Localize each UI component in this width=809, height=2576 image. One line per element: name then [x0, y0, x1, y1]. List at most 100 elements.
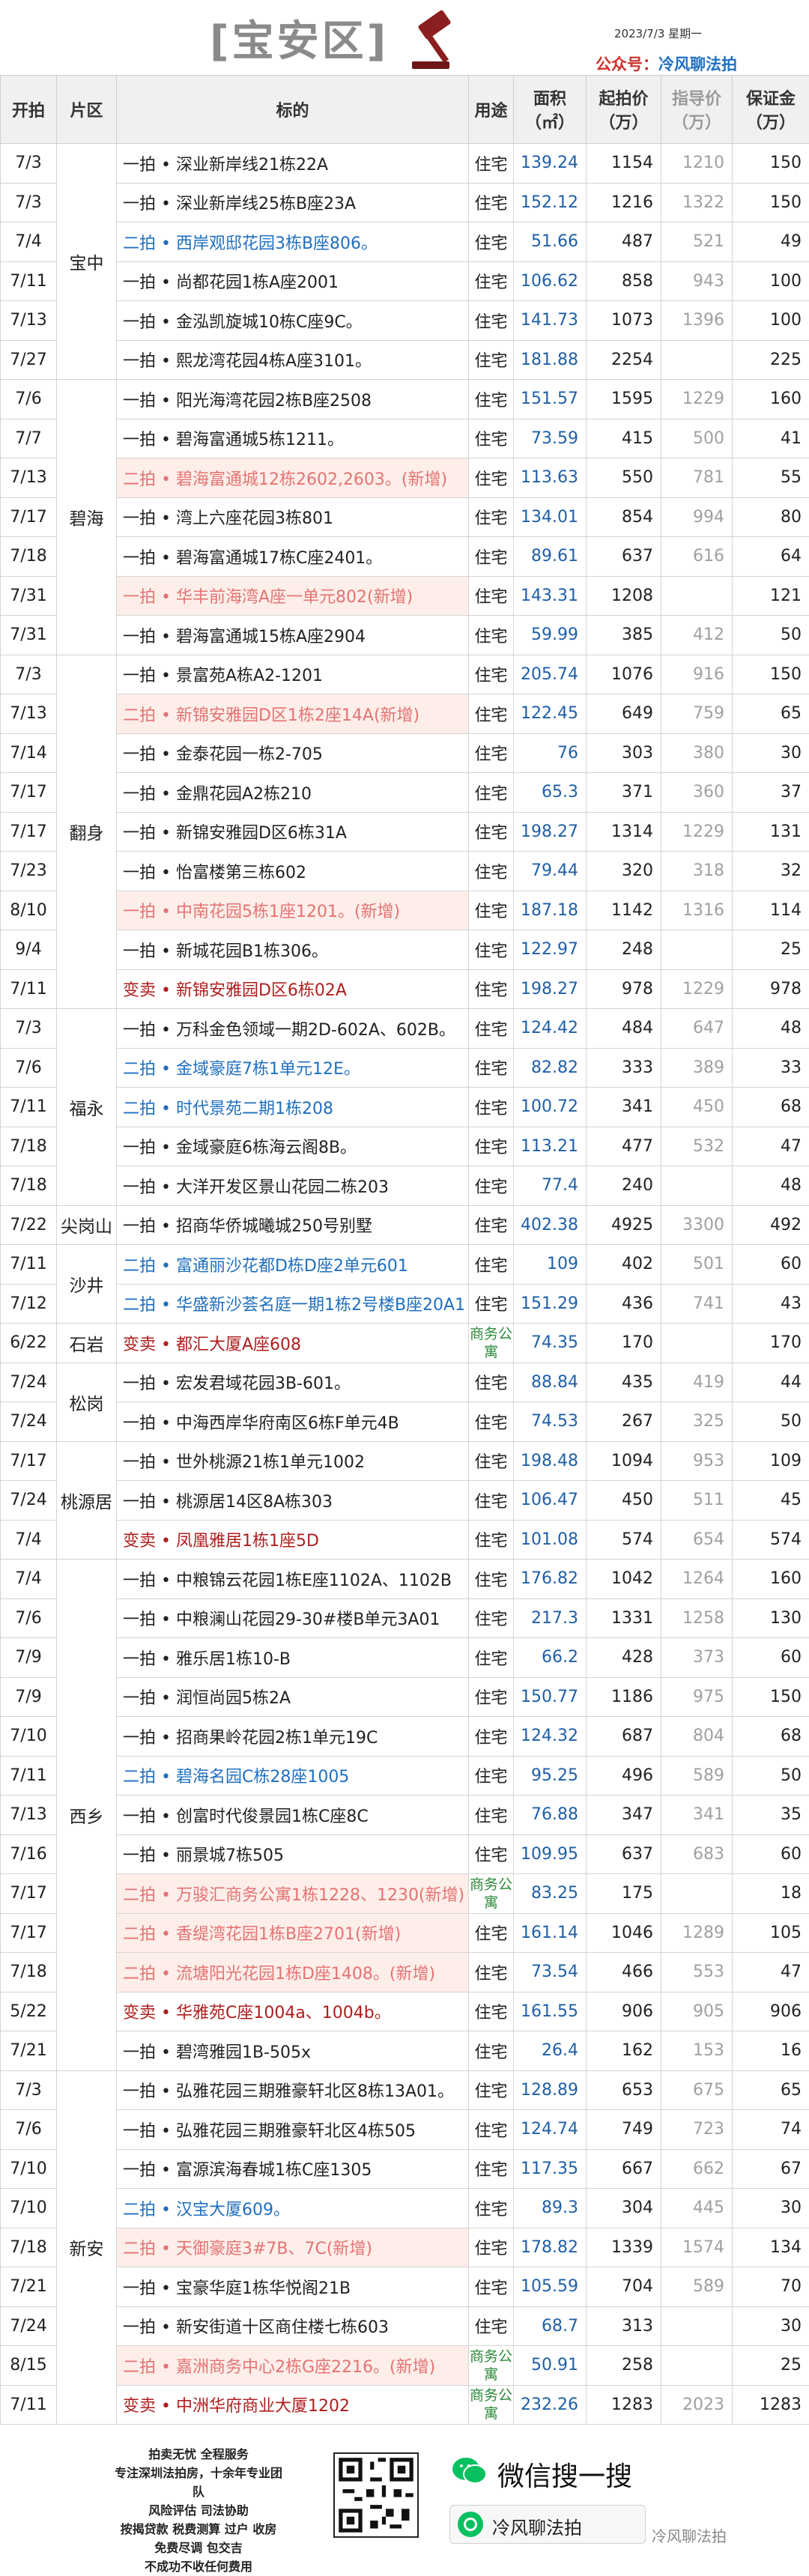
cell-property[interactable]: 一拍 • 弘雅花园三期雅豪轩北区4栋505 — [117, 2110, 469, 2150]
cell-property[interactable]: 一拍 • 中海西岸华府南区6栋F单元4B — [117, 1402, 469, 1442]
table-row[interactable]: 7/14一拍 • 金泰花园一栋2-705住宅7630338030 — [1, 733, 809, 773]
table-row[interactable]: 7/3一拍 • 深业新岸线25栋B座23A住宅152.1212161322150 — [1, 183, 809, 222]
table-row[interactable]: 7/11变卖 • 新锦安雅园D区6栋02A住宅198.279781229978 — [1, 969, 809, 1009]
cell-property[interactable]: 一拍 • 碧湾雅园1B-505x — [117, 2031, 469, 2071]
table-row[interactable]: 7/10二拍 • 汉宝大厦609。住宅89.330444530 — [1, 2189, 809, 2228]
table-row[interactable]: 7/10一拍 • 招商果岭花园2栋1单元19C住宅124.3268780468 — [1, 1717, 809, 1757]
cell-property[interactable]: 二拍 • 富通丽沙花都D栋D座2单元601 — [117, 1245, 469, 1285]
cell-property[interactable]: 二拍 • 天御豪庭3#7B、7C(新增) — [117, 2228, 469, 2267]
cell-property[interactable]: 一拍 • 金域豪庭6栋海云阁8B。 — [117, 1127, 469, 1166]
table-row[interactable]: 7/23一拍 • 怡富楼第三栋602住宅79.4432031832 — [1, 852, 809, 891]
table-row[interactable]: 7/3福永一拍 • 万科金色领域一期2D-602A、602B。住宅124.424… — [1, 1009, 809, 1049]
cell-property[interactable]: 一拍 • 大洋开发区景山花园二栋203 — [117, 1166, 469, 1206]
table-row[interactable]: 7/18二拍 • 天御豪庭3#7B、7C(新增)住宅178.8213391574… — [1, 2228, 809, 2267]
cell-property[interactable]: 一拍 • 华丰前海湾A座一单元802(新增) — [117, 576, 469, 616]
qr-code-icon[interactable] — [333, 2452, 419, 2538]
table-row[interactable]: 7/9一拍 • 雅乐居1栋10-B住宅66.242837360 — [1, 1638, 809, 1678]
cell-property[interactable]: 一拍 • 金鼎花园A2栋210 — [117, 773, 469, 813]
table-row[interactable]: 7/7一拍 • 碧海富通城5栋1211。住宅73.5941550041 — [1, 419, 809, 458]
table-row[interactable]: 7/24一拍 • 桃源居14区8A栋303住宅106.4745051145 — [1, 1481, 809, 1521]
table-row[interactable]: 7/18一拍 • 碧海富通城17栋C座2401。住宅89.6163761664 — [1, 537, 809, 577]
cell-property[interactable]: 变卖 • 凤凰雅居1栋1座5D — [117, 1520, 469, 1560]
table-row[interactable]: 7/21一拍 • 碧湾雅园1B-505x住宅26.416215316 — [1, 2031, 809, 2071]
cell-property[interactable]: 一拍 • 碧海富通城15栋A座2904 — [117, 616, 469, 655]
cell-property[interactable]: 一拍 • 湾上六座花园3栋801 — [117, 497, 469, 537]
table-row[interactable]: 7/12二拍 • 华盛新沙荟名庭一期1栋2号楼B座20A1住宅151.29436… — [1, 1284, 809, 1324]
table-row[interactable]: 7/3宝中一拍 • 深业新岸线21栋22A住宅139.2411541210150 — [1, 144, 809, 184]
table-row[interactable]: 7/11沙井二拍 • 富通丽沙花都D栋D座2单元601住宅10940250160 — [1, 1245, 809, 1285]
table-row[interactable]: 7/6二拍 • 金域豪庭7栋1单元12E。住宅82.8233338933 — [1, 1048, 809, 1088]
table-row[interactable]: 7/24松岗一拍 • 宏发君域花园3B-601。住宅88.8443541944 — [1, 1363, 809, 1402]
cell-property[interactable]: 二拍 • 嘉洲商务中心2栋G座2216。(新增) — [117, 2346, 469, 2386]
table-row[interactable]: 7/13一拍 • 创富时代俊景园1栋C座8C住宅76.8834734135 — [1, 1795, 809, 1835]
cell-property[interactable]: 一拍 • 宝豪华庭1栋华悦阁21B — [117, 2267, 469, 2307]
cell-property[interactable]: 一拍 • 丽景城7栋505 — [117, 1834, 469, 1874]
table-row[interactable]: 7/11一拍 • 尚都花园1栋A座2001住宅106.62858943100 — [1, 261, 809, 301]
cell-property[interactable]: 一拍 • 宏发君域花园3B-601。 — [117, 1363, 469, 1402]
cell-property[interactable]: 变卖 • 新锦安雅园D区6栋02A — [117, 969, 469, 1009]
table-row[interactable]: 7/18一拍 • 大洋开发区景山花园二栋203住宅77.424048 — [1, 1166, 809, 1206]
table-row[interactable]: 7/31一拍 • 华丰前海湾A座一单元802(新增)住宅143.31120812… — [1, 576, 809, 616]
cell-property[interactable]: 二拍 • 碧海富通城12栋2602,2603。(新增) — [117, 458, 469, 498]
table-row[interactable]: 7/6一拍 • 弘雅花园三期雅豪轩北区4栋505住宅124.7474972374 — [1, 2110, 809, 2150]
cell-property[interactable]: 一拍 • 富源滨海春城1栋C座1305 — [117, 2149, 469, 2189]
cell-property[interactable]: 一拍 • 深业新岸线25栋B座23A — [117, 183, 469, 222]
cell-property[interactable]: 二拍 • 西岸观邸花园3栋B座806。 — [117, 222, 469, 262]
table-row[interactable]: 7/17一拍 • 金鼎花园A2栋210住宅65.337136037 — [1, 773, 809, 813]
table-row[interactable]: 7/6碧海一拍 • 阳光海湾花园2栋B座2508住宅151.5715951229… — [1, 380, 809, 419]
cell-property[interactable]: 二拍 • 汉宝大厦609。 — [117, 2189, 469, 2228]
table-row[interactable]: 7/13二拍 • 碧海富通城12栋2602,2603。(新增)住宅113.635… — [1, 458, 809, 498]
cell-property[interactable]: 二拍 • 万骏汇商务公寓1栋1228、1230(新增) — [117, 1874, 469, 1914]
table-row[interactable]: 7/22尖岗山一拍 • 招商华侨城曦城250号别墅住宅402.384925330… — [1, 1205, 809, 1245]
cell-property[interactable]: 二拍 • 金域豪庭7栋1单元12E。 — [117, 1048, 469, 1088]
search-button[interactable]: 冷风聊法拍 — [449, 2505, 646, 2544]
table-row[interactable]: 7/24一拍 • 中海西岸华府南区6栋F单元4B住宅74.5326732550 — [1, 1402, 809, 1442]
table-row[interactable]: 7/27一拍 • 熙龙湾花园4栋A座3101。住宅181.882254225 — [1, 340, 809, 380]
cell-property[interactable]: 二拍 • 华盛新沙荟名庭一期1栋2号楼B座20A1 — [117, 1284, 469, 1324]
cell-property[interactable]: 一拍 • 中粮澜山花园29-30#楼B单元3A01 — [117, 1598, 469, 1638]
table-row[interactable]: 7/17一拍 • 湾上六座花园3栋801住宅134.0185499480 — [1, 497, 809, 537]
table-row[interactable]: 7/9一拍 • 润恒尚园5栋2A住宅150.771186975150 — [1, 1677, 809, 1717]
table-row[interactable]: 7/24一拍 • 新安街道十区商住楼七栋603住宅68.731330 — [1, 2306, 809, 2346]
table-row[interactable]: 7/18一拍 • 金域豪庭6栋海云阁8B。住宅113.2147753247 — [1, 1127, 809, 1166]
cell-property[interactable]: 一拍 • 润恒尚园5栋2A — [117, 1677, 469, 1717]
cell-property[interactable]: 一拍 • 熙龙湾花园4栋A座3101。 — [117, 340, 469, 380]
cell-property[interactable]: 一拍 • 金泰花园一栋2-705 — [117, 733, 469, 773]
cell-property[interactable]: 一拍 • 新锦安雅园D区6栋31A — [117, 812, 469, 852]
cell-property[interactable]: 一拍 • 深业新岸线21栋22A — [117, 144, 469, 184]
table-row[interactable]: 6/22石岩变卖 • 都汇大厦A座608商务公寓74.35170170 — [1, 1324, 809, 1363]
cell-property[interactable]: 一拍 • 中南花园5栋1座1201。(新增) — [117, 891, 469, 930]
table-row[interactable]: 7/13一拍 • 金泓凯旋城10栋C座9C。住宅141.731073139610… — [1, 301, 809, 341]
table-row[interactable]: 7/21一拍 • 宝豪华庭1栋华悦阁21B住宅105.5970458970 — [1, 2267, 809, 2307]
table-row[interactable]: 7/11变卖 • 中洲华府商业大厦1202商务公寓232.26128320231… — [1, 2385, 809, 2425]
cell-property[interactable]: 变卖 • 都汇大厦A座608 — [117, 1324, 469, 1363]
cell-property[interactable]: 二拍 • 新锦安雅园D区1栋2座14A(新增) — [117, 694, 469, 734]
table-row[interactable]: 7/3新安一拍 • 弘雅花园三期雅豪轩北区8栋13A01。住宅128.89653… — [1, 2070, 809, 2110]
table-row[interactable]: 7/11二拍 • 碧海名园C栋28座1005住宅95.2549658950 — [1, 1756, 809, 1795]
cell-property[interactable]: 一拍 • 阳光海湾花园2栋B座2508 — [117, 380, 469, 419]
cell-property[interactable]: 二拍 • 香缇湾花园1栋B座2701(新增) — [117, 1913, 469, 1953]
cell-property[interactable]: 一拍 • 弘雅花园三期雅豪轩北区8栋13A01。 — [117, 2070, 469, 2110]
cell-property[interactable]: 一拍 • 景富苑A栋A2-1201 — [117, 655, 469, 694]
table-row[interactable]: 7/11二拍 • 时代景苑二期1栋208住宅100.7234145068 — [1, 1088, 809, 1127]
cell-property[interactable]: 一拍 • 碧海富通城5栋1211。 — [117, 419, 469, 458]
cell-property[interactable]: 一拍 • 碧海富通城17栋C座2401。 — [117, 537, 469, 577]
table-row[interactable]: 8/10一拍 • 中南花园5栋1座1201。(新增)住宅187.18114213… — [1, 891, 809, 930]
table-row[interactable]: 7/16一拍 • 丽景城7栋505住宅109.9563768360 — [1, 1834, 809, 1874]
table-row[interactable]: 7/13二拍 • 新锦安雅园D区1栋2座14A(新增)住宅122.4564975… — [1, 694, 809, 734]
cell-property[interactable]: 一拍 • 招商华侨城曦城250号别墅 — [117, 1205, 469, 1245]
table-row[interactable]: 5/22变卖 • 华雅苑C座1004a、1004b。住宅161.55906905… — [1, 1992, 809, 2031]
table-row[interactable]: 8/15二拍 • 嘉洲商务中心2栋G座2216。(新增)商务公寓50.91258… — [1, 2346, 809, 2386]
cell-property[interactable]: 一拍 • 中粮锦云花园1栋E座1102A、1102B — [117, 1560, 469, 1599]
cell-property[interactable]: 一拍 • 新城花园B1栋306。 — [117, 930, 469, 970]
table-row[interactable]: 7/6一拍 • 中粮澜山花园29-30#楼B单元3A01住宅217.313311… — [1, 1598, 809, 1638]
cell-property[interactable]: 变卖 • 华雅苑C座1004a、1004b。 — [117, 1992, 469, 2031]
cell-property[interactable]: 一拍 • 怡富楼第三栋602 — [117, 852, 469, 891]
table-row[interactable]: 9/4一拍 • 新城花园B1栋306。住宅122.9724825 — [1, 930, 809, 970]
table-row[interactable]: 7/17一拍 • 新锦安雅园D区6栋31A住宅198.2713141229131 — [1, 812, 809, 852]
table-row[interactable]: 7/3翻身一拍 • 景富苑A栋A2-1201住宅205.741076916150 — [1, 655, 809, 694]
cell-property[interactable]: 一拍 • 世外桃源21栋1单元1002 — [117, 1441, 469, 1481]
table-row[interactable]: 7/17二拍 • 香缇湾花园1栋B座2701(新增)住宅161.14104612… — [1, 1913, 809, 1953]
cell-property[interactable]: 一拍 • 万科金色领域一期2D-602A、602B。 — [117, 1009, 469, 1049]
table-row[interactable]: 7/17桃源居一拍 • 世外桃源21栋1单元1002住宅198.48109495… — [1, 1441, 809, 1481]
